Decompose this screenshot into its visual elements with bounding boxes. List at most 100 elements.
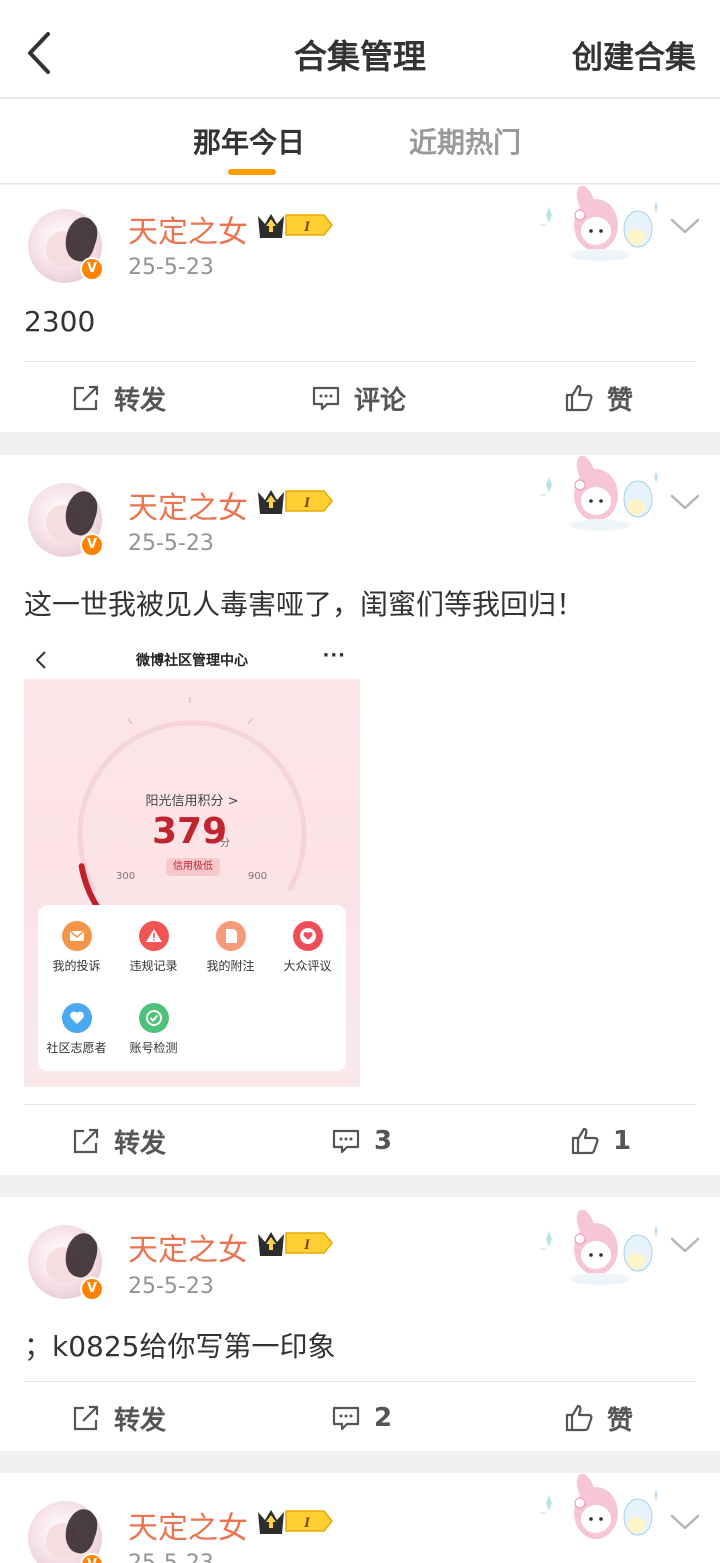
level-badge-text: I: [303, 495, 311, 511]
score-label: 阳光信用积分 >: [145, 794, 239, 809]
chevron-down-icon[interactable]: [668, 1510, 702, 1534]
level-badge-text: I: [303, 1237, 311, 1253]
credit-level-badge: 信用极低: [166, 858, 220, 876]
comment-count: 2: [374, 1403, 393, 1433]
like-count: 1: [613, 1126, 632, 1156]
grid-label: 我的投诉: [52, 959, 101, 973]
author-name[interactable]: 天定之女: [128, 207, 248, 251]
comment-icon: [332, 1129, 360, 1154]
chevron-down-icon[interactable]: [668, 1233, 702, 1257]
comment-icon: [332, 1406, 360, 1431]
grid-label: 我的附注: [206, 959, 255, 973]
melody-sticker-icon: [540, 455, 658, 531]
shield-check-icon: [138, 1003, 169, 1033]
grid-label: 社区志愿者: [46, 1041, 107, 1055]
create-collection-button[interactable]: 创建合集: [572, 32, 696, 77]
repost-icon: [73, 1405, 99, 1431]
repost-button[interactable]: 转发: [70, 1121, 166, 1161]
post-card[interactable]: V 天定之女 I 25-5-23 ；k0825给你写第一印象 转发 2 赞: [0, 1197, 720, 1451]
post-divider: [24, 1381, 696, 1382]
comment-button[interactable]: 评论: [310, 378, 406, 418]
image-body: 阳光信用积分 > 379 分 信用极低 300 900 我的投诉 违规记录 我的…: [24, 679, 360, 1087]
author-name[interactable]: 天定之女: [128, 1503, 248, 1547]
repost-label: 转发: [114, 385, 167, 416]
chevron-down-icon[interactable]: [668, 490, 702, 514]
post-date: 25-5-23: [128, 255, 214, 280]
app-root: 合集管理 创建合集 那年今日 近期热门 V 天定之女 I 25-5-23 230…: [0, 0, 720, 1563]
like-button[interactable]: 赞: [563, 378, 633, 418]
chevron-down-icon[interactable]: [668, 214, 702, 238]
comment-label: 评论: [354, 385, 407, 416]
grid-item-account-check: 账号检测: [115, 1003, 192, 1056]
services-card: 我的投诉 违规记录 我的附注 大众评议 社区志愿者 账号检测: [38, 905, 346, 1071]
nav-header: 合集管理 创建合集: [0, 0, 720, 98]
note-icon: [215, 921, 246, 951]
thumbs-up-icon: [565, 384, 593, 412]
tab-bar: 那年今日 近期热门: [0, 99, 720, 184]
post-date: 25-5-23: [128, 1274, 214, 1299]
comment-button[interactable]: 3: [330, 1121, 392, 1161]
melody-sticker-icon: [540, 185, 658, 261]
verified-icon: V: [80, 533, 104, 557]
post-card[interactable]: V 天定之女 I 25-5-23: [0, 1473, 720, 1563]
level-badge-text: I: [303, 1515, 311, 1531]
heart-icon: [292, 921, 323, 951]
post-card[interactable]: V 天定之女 I 25-5-23 2300 转发 评论 赞: [0, 185, 720, 432]
mail-icon: [61, 921, 92, 951]
repost-button[interactable]: 转发: [70, 378, 166, 418]
repost-label: 转发: [114, 1405, 167, 1436]
tab-on-this-day[interactable]: 那年今日: [193, 121, 305, 161]
repost-label: 转发: [114, 1128, 167, 1159]
post-card[interactable]: V 天定之女 I 25-5-23 这一世我被见人毒害哑了，闺蜜们等我回归！ 微博…: [0, 455, 720, 1175]
thumbs-up-icon: [571, 1127, 599, 1155]
like-button[interactable]: 赞: [563, 1398, 633, 1438]
level-badge-text: I: [303, 219, 311, 235]
warning-icon: [138, 921, 169, 951]
crown-level-icon: I: [258, 1232, 333, 1256]
gauge-min-label: 300: [116, 871, 136, 882]
grid-item-public-review: 大众评议: [269, 921, 346, 974]
credit-score: 379: [152, 811, 228, 852]
crown-level-icon: I: [258, 214, 333, 238]
tab-recent-hot[interactable]: 近期热门: [409, 121, 521, 161]
comment-button[interactable]: 2: [330, 1398, 392, 1438]
verified-icon: V: [80, 1277, 104, 1301]
grid-label: 账号检测: [129, 1041, 178, 1055]
author-name[interactable]: 天定之女: [128, 1225, 248, 1269]
more-icon: ···: [322, 645, 346, 666]
score-unit: 分: [220, 838, 230, 849]
grid-item-complaints: 我的投诉: [38, 921, 115, 974]
post-date: 25-5-23: [128, 1551, 214, 1563]
post-text: 这一世我被见人毒害哑了，闺蜜们等我回归！: [24, 588, 585, 621]
melody-sticker-icon: [540, 1209, 658, 1285]
grid-item-violations: 违规记录: [115, 921, 192, 974]
repost-button[interactable]: 转发: [70, 1398, 166, 1438]
post-text: 2300: [24, 305, 96, 338]
melody-sticker-icon: [540, 1473, 658, 1539]
tab-active-indicator: [228, 169, 276, 175]
comment-count: 3: [374, 1126, 393, 1156]
grid-label: 违规记录: [129, 959, 178, 973]
gauge-max-label: 900: [248, 871, 268, 882]
grid-item-notes: 我的附注: [192, 921, 269, 974]
post-divider: [24, 361, 696, 362]
repost-icon: [73, 385, 99, 411]
grid-item-volunteer: 社区志愿者: [38, 1003, 115, 1056]
verified-icon: V: [80, 257, 104, 281]
post-date: 25-5-23: [128, 531, 214, 556]
image-top-bar: 微博社区管理中心 ···: [24, 641, 360, 679]
like-label: 赞: [607, 385, 634, 416]
back-button[interactable]: [20, 26, 64, 78]
post-image[interactable]: 微博社区管理中心 ··· 阳光信用积分 > 379 分 信用极低 300 900: [24, 641, 360, 1087]
post-divider: [24, 1104, 696, 1105]
chevron-left-icon: [28, 32, 50, 74]
volunteer-icon: [61, 1003, 92, 1033]
thumbs-up-icon: [565, 1404, 593, 1432]
grid-label: 大众评议: [283, 959, 332, 973]
author-name[interactable]: 天定之女: [128, 483, 248, 527]
like-label: 赞: [607, 1405, 634, 1436]
repost-icon: [73, 1128, 99, 1154]
image-title: 微博社区管理中心: [136, 653, 248, 669]
like-button[interactable]: 1: [569, 1121, 631, 1161]
crown-level-icon: I: [258, 490, 333, 514]
